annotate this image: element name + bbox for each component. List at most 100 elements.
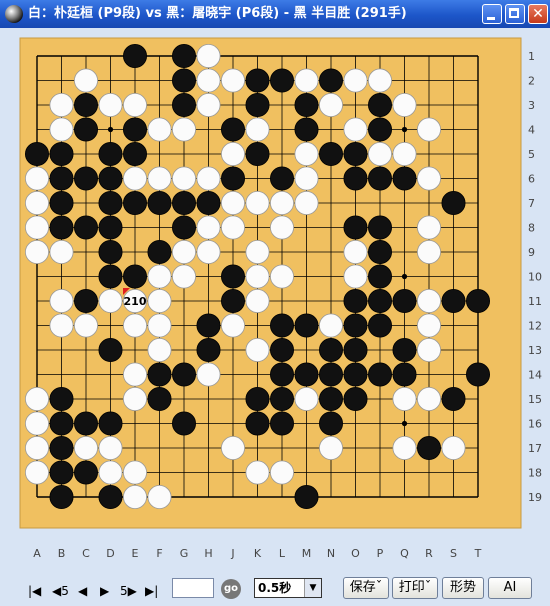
last-move-button[interactable]: ▶| [145, 583, 158, 599]
forward-5-button[interactable]: 5▶ [120, 583, 137, 599]
black-stone [245, 386, 270, 411]
white-stone [171, 117, 196, 142]
black-stone [49, 166, 74, 191]
save-button[interactable]: 保存ˇ [343, 577, 389, 599]
black-stone [171, 411, 196, 436]
white-stone [147, 166, 172, 191]
black-stone [74, 215, 99, 240]
black-stone [147, 362, 172, 387]
forward-button[interactable]: ▶ [100, 583, 109, 599]
black-stone [147, 386, 172, 411]
black-stone [171, 215, 196, 240]
white-stone [245, 264, 270, 289]
black-stone [416, 435, 441, 460]
white-stone [294, 386, 319, 411]
black-stone [294, 93, 319, 118]
black-stone [49, 386, 74, 411]
row-label: 19 [528, 491, 542, 504]
white-stone [24, 190, 50, 215]
black-stone [98, 215, 123, 240]
white-stone [196, 93, 221, 118]
column-label: T [474, 547, 482, 560]
white-stone [24, 386, 50, 411]
toolbar: |◀ ◀5 ◀ ▶ 5▶ ▶| go 0.5秒 ▼ 保存ˇ 打印ˇ 形势 AI [0, 574, 550, 606]
black-stone [49, 142, 74, 167]
white-stone [74, 435, 99, 460]
black-stone [24, 142, 50, 167]
white-stone [98, 93, 123, 118]
white-stone [367, 68, 392, 93]
black-stone [220, 117, 245, 142]
go-button[interactable]: go [221, 579, 241, 599]
black-stone [245, 93, 270, 118]
white-stone [220, 68, 245, 93]
black-stone [245, 411, 270, 436]
column-label: A [33, 547, 41, 560]
row-label: 1 [528, 50, 535, 63]
white-stone [392, 142, 417, 167]
minimize-button[interactable] [482, 4, 502, 24]
white-stone [24, 460, 50, 485]
black-stone [123, 117, 148, 142]
black-stone [123, 264, 148, 289]
situation-button[interactable]: 形势 [442, 577, 484, 599]
black-stone [171, 93, 196, 118]
black-stone [98, 411, 123, 436]
column-label: P [377, 547, 384, 560]
black-stone [318, 386, 343, 411]
white-stone [147, 484, 172, 509]
black-stone [343, 362, 368, 387]
white-stone [220, 435, 245, 460]
white-stone [24, 215, 50, 240]
black-stone [74, 117, 99, 142]
black-stone [196, 313, 221, 338]
white-stone [318, 93, 343, 118]
row-label: 16 [528, 418, 542, 431]
back-5-button[interactable]: ◀5 [52, 583, 69, 599]
white-stone [245, 288, 270, 313]
white-stone [367, 142, 392, 167]
black-stone [318, 68, 343, 93]
white-stone [416, 288, 441, 313]
white-stone [269, 190, 294, 215]
row-label: 18 [528, 467, 542, 480]
column-label: R [425, 547, 433, 560]
black-stone [465, 288, 490, 313]
white-stone [416, 239, 441, 264]
row-label: 6 [528, 173, 535, 186]
black-stone [343, 142, 368, 167]
first-move-button[interactable]: |◀ [28, 583, 41, 599]
white-stone [343, 68, 368, 93]
ai-button[interactable]: AI [488, 577, 532, 599]
move-number-input[interactable] [172, 578, 214, 598]
close-icon: ✕ [532, 6, 544, 22]
close-button[interactable]: ✕ [528, 4, 548, 24]
black-stone [196, 190, 221, 215]
black-stone [245, 142, 270, 167]
black-stone [367, 264, 392, 289]
white-stone [24, 239, 50, 264]
black-stone [367, 117, 392, 142]
black-stone [318, 362, 343, 387]
go-board-svg[interactable]: A B C D E F G H J K L M N O P Q R S T123456789101112131415… [0, 28, 550, 568]
black-stone [74, 93, 99, 118]
back-button[interactable]: ◀ [78, 583, 87, 599]
black-stone [318, 142, 343, 167]
white-stone [123, 362, 148, 387]
black-stone [123, 190, 148, 215]
white-stone [318, 435, 343, 460]
black-stone [367, 239, 392, 264]
white-stone [245, 239, 270, 264]
white-stone [196, 43, 221, 69]
white-stone [318, 313, 343, 338]
maximize-button[interactable] [505, 4, 525, 24]
black-stone [171, 362, 196, 387]
black-stone [343, 386, 368, 411]
black-stone [269, 313, 294, 338]
black-stone [123, 43, 148, 69]
print-button[interactable]: 打印ˇ [392, 577, 438, 599]
black-stone [171, 43, 196, 69]
time-select[interactable]: 0.5秒 ▼ [254, 578, 322, 598]
black-stone [220, 166, 245, 191]
black-stone [98, 337, 123, 362]
